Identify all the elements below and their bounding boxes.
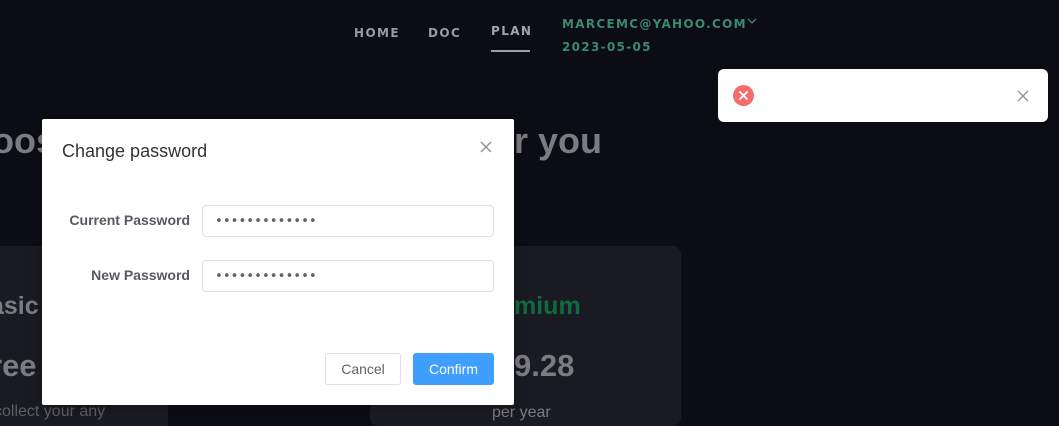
close-icon[interactable] bbox=[1017, 90, 1029, 102]
premium-plan-title: mium bbox=[514, 292, 581, 320]
user-email-menu[interactable]: MARCEMC@YAHOO.COM bbox=[562, 17, 747, 31]
current-password-label: Current Password bbox=[69, 212, 190, 228]
basic-plan-price: ree bbox=[0, 348, 37, 383]
nav-home-link[interactable]: HOME bbox=[354, 26, 400, 40]
hero-heading-right: r you bbox=[514, 120, 603, 161]
premium-plan-period: per year bbox=[492, 404, 551, 421]
confirm-button[interactable]: Confirm bbox=[413, 353, 494, 385]
new-password-input[interactable] bbox=[202, 260, 494, 292]
current-password-input[interactable] bbox=[202, 205, 494, 237]
user-date: 2023-05-05 bbox=[562, 40, 652, 54]
chevron-down-icon[interactable] bbox=[745, 14, 759, 28]
new-password-label: New Password bbox=[91, 267, 190, 283]
nav-plan-link[interactable]: PLAN bbox=[491, 24, 532, 38]
change-password-dialog: Change password Current Password New Pas… bbox=[42, 119, 514, 405]
error-circle-icon bbox=[733, 85, 754, 106]
cancel-button[interactable]: Cancel bbox=[325, 353, 401, 385]
close-icon[interactable] bbox=[479, 140, 493, 154]
nav-doc-link[interactable]: DOC bbox=[428, 26, 461, 40]
premium-plan-price: 9.28 bbox=[514, 348, 575, 383]
basic-plan-description: collect your any bbox=[0, 403, 106, 420]
nav-active-indicator bbox=[491, 50, 530, 52]
basic-plan-title: asic bbox=[0, 292, 39, 320]
dialog-title: Change password bbox=[62, 141, 208, 161]
error-notification bbox=[718, 69, 1048, 122]
